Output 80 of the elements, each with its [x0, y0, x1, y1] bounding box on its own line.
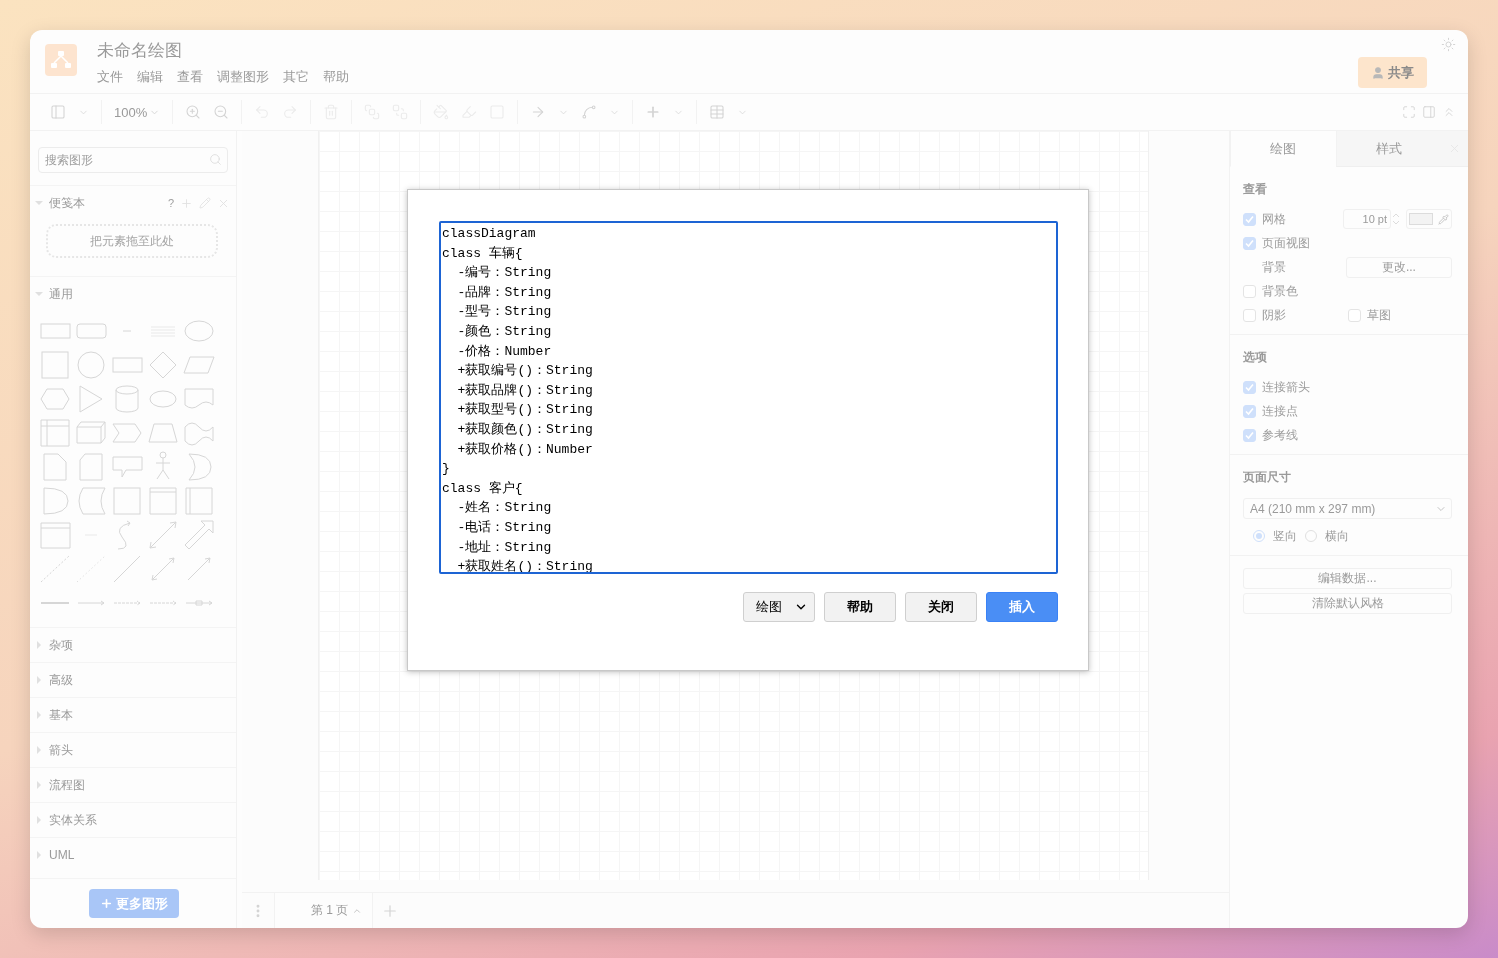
checkbox-label: 连接点 [1262, 402, 1298, 420]
checkbox-label: 参考线 [1262, 426, 1298, 444]
grid-size-field[interactable]: 10 pt [1343, 209, 1391, 229]
dialog-button[interactable]: 关闭 [905, 592, 977, 622]
search-icon[interactable] [209, 153, 222, 166]
checkbox-label: 背景色 [1262, 282, 1298, 300]
fullscreen-icon[interactable] [1402, 105, 1416, 119]
paper-size-dropdown[interactable]: A4 (210 mm x 297 mm) [1243, 498, 1452, 519]
section-title[interactable]: 通用 [49, 285, 230, 303]
checkbox-label: 连接箭头 [1262, 378, 1310, 396]
code-editor[interactable]: classDiagram class 车辆{ -编号：String -品牌：String -型号：String -颜色：String -价格：Number +获取编号()：String +获取品牌()：String +获取型号()：String +获取颜色()：String +获取价格()：Number } class 客户{ -姓名：String -电话：String -地址：String +获取姓名()：String [439, 221, 1058, 574]
menu-item[interactable]: 查看 [177, 68, 203, 86]
menu-item[interactable]: 调整图形 [217, 68, 269, 86]
menu-item[interactable]: 编辑 [137, 68, 163, 86]
checkbox[interactable] [1243, 404, 1256, 418]
section-title[interactable]: 杂项 [49, 636, 230, 654]
checkbox[interactable] [1243, 236, 1256, 250]
section-title[interactable]: 高级 [49, 671, 230, 689]
checkbox[interactable] [1243, 428, 1256, 442]
checkbox[interactable] [1243, 284, 1256, 298]
help-icon[interactable]: ? [167, 197, 174, 209]
dialog-button[interactable]: 帮助 [824, 592, 896, 622]
zoom-dropdown[interactable]: 100% [114, 104, 161, 120]
grid-color-button[interactable] [1406, 209, 1452, 229]
menu-item[interactable]: 文件 [97, 68, 123, 86]
document-title[interactable]: 未命名绘图 [97, 39, 1338, 62]
drop-zone[interactable]: 把元素拖至此处 [46, 224, 218, 258]
waypoint-icon[interactable] [581, 104, 598, 120]
add-icon[interactable] [180, 196, 193, 210]
more-shapes-button[interactable]: 更多图形 [89, 889, 179, 918]
radio-label: 横向 [1325, 527, 1349, 545]
plus-icon [100, 897, 113, 910]
edit-icon[interactable] [199, 197, 211, 209]
collapsed-caret-icon[interactable] [35, 711, 43, 719]
checkbox[interactable] [1243, 212, 1256, 226]
panel-button[interactable]: 编辑数据... [1243, 568, 1452, 589]
checkbox[interactable] [1243, 380, 1256, 394]
section-title[interactable]: UML [49, 848, 230, 862]
theme-icon[interactable] [1441, 37, 1456, 52]
checkbox-label: 页面视图 [1262, 234, 1310, 252]
eyedropper-icon [1437, 213, 1449, 225]
field-label: 背景 [1262, 258, 1287, 276]
collapsed-caret-icon[interactable] [35, 746, 43, 754]
format-panel-icon[interactable] [1422, 105, 1436, 119]
change-button[interactable]: 更改... [1345, 256, 1452, 278]
zoom-in-icon[interactable] [185, 104, 202, 120]
expanded-caret-icon[interactable] [35, 290, 43, 298]
checkbox-label: 网格 [1262, 210, 1286, 228]
logo-icon [45, 44, 77, 76]
collapsed-caret-icon[interactable] [35, 641, 43, 649]
search-field[interactable]: 搜索图形 [38, 147, 228, 173]
checkbox-label: 草图 [1367, 306, 1391, 324]
section-title[interactable]: 流程图 [49, 776, 230, 794]
section-title: 选项 [1243, 349, 1268, 366]
share-button[interactable]: 共享 [1358, 57, 1427, 88]
radio-label: 竖向 [1273, 527, 1297, 545]
section-title: 查看 [1243, 181, 1268, 198]
table-icon[interactable] [709, 104, 726, 120]
section-title[interactable]: 实体关系 [49, 811, 230, 829]
menu-item[interactable]: 帮助 [323, 68, 349, 86]
section-title[interactable]: 便笺本 [49, 194, 162, 212]
section-title: 页面尺寸 [1243, 469, 1292, 486]
checkbox[interactable] [1348, 308, 1361, 322]
collapsed-caret-icon[interactable] [35, 781, 43, 789]
type-dropdown[interactable]: 绘图 [743, 592, 815, 622]
section-title[interactable]: 基本 [49, 706, 230, 724]
panel-tab[interactable]: 样式 [1335, 131, 1441, 167]
user-icon [1371, 65, 1385, 80]
layout-icon[interactable] [50, 104, 66, 120]
section-title[interactable]: 箭头 [49, 741, 230, 759]
expanded-caret-icon[interactable] [35, 199, 43, 207]
checkbox[interactable] [1243, 308, 1256, 322]
collapsed-caret-icon[interactable] [35, 676, 43, 684]
zoom-out-icon[interactable] [213, 104, 230, 120]
checkbox-label: 阴影 [1262, 306, 1287, 324]
collapsed-caret-icon[interactable] [35, 816, 43, 824]
dialog-button[interactable]: 插入 [986, 592, 1058, 622]
menu-item[interactable]: 其它 [283, 68, 309, 86]
collapsed-caret-icon[interactable] [35, 851, 43, 859]
panel-button[interactable]: 清除默认风格 [1243, 593, 1452, 614]
